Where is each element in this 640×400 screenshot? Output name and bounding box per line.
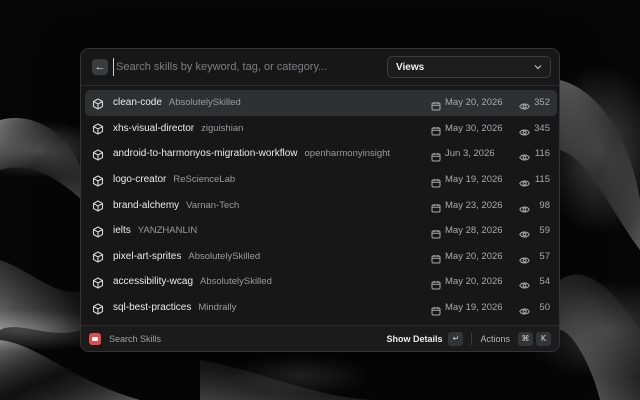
arrow-left-icon: ← bbox=[94, 60, 106, 73]
search-input[interactable] bbox=[113, 58, 378, 76]
skill-date: May 30, 2026 bbox=[445, 122, 503, 134]
skill-row[interactable]: accessibility-wcag AbsolutelySkilled May 2… bbox=[85, 269, 557, 295]
skill-row[interactable]: clean-code AbsolutelySkilled May 20, 2026 3… bbox=[85, 90, 557, 116]
skill-views: 54 bbox=[539, 276, 550, 288]
action-bar: Search Skills Show Details ↵ Actions ⌘ K bbox=[81, 325, 559, 351]
skill-author: AbsolutelySkilled bbox=[168, 97, 241, 109]
k-key-hint: K bbox=[536, 331, 551, 346]
calendar-icon bbox=[431, 226, 441, 239]
eye-icon bbox=[519, 201, 530, 213]
eye-icon bbox=[519, 252, 530, 264]
skill-date: May 20, 2026 bbox=[445, 276, 503, 288]
skill-views: 98 bbox=[539, 199, 550, 211]
search-bar: ← Views bbox=[81, 49, 559, 86]
sort-dropdown[interactable]: Views bbox=[387, 56, 551, 78]
skill-row[interactable]: ielts YANZHANLIN May 28, 2026 59 bbox=[85, 218, 557, 244]
enter-key-hint: ↵ bbox=[448, 331, 464, 346]
sort-selected-value: Views bbox=[396, 61, 425, 73]
skill-author: AbsolutelySkilled bbox=[188, 250, 261, 262]
eye-icon bbox=[519, 277, 530, 289]
actions-button[interactable]: Actions bbox=[480, 334, 510, 344]
skill-name: brand-alchemy bbox=[113, 199, 180, 211]
skill-date: Jun 3, 2026 bbox=[445, 148, 495, 160]
cube-icon bbox=[92, 225, 104, 238]
skill-name: xhs-visual-director bbox=[113, 122, 195, 134]
app-icon bbox=[89, 332, 101, 345]
skill-views: 116 bbox=[534, 148, 550, 160]
skill-date: May 28, 2026 bbox=[445, 225, 503, 237]
calendar-icon bbox=[431, 175, 441, 188]
calendar-icon bbox=[431, 303, 441, 316]
calendar-icon bbox=[431, 123, 441, 136]
cube-icon bbox=[92, 148, 104, 161]
cube-icon bbox=[92, 250, 104, 263]
skill-date: May 23, 2026 bbox=[445, 199, 503, 211]
skill-name: logo-creator bbox=[113, 174, 167, 186]
calendar-icon bbox=[431, 277, 441, 290]
eye-icon bbox=[519, 98, 530, 110]
skill-name: ielts bbox=[113, 225, 131, 237]
cube-icon bbox=[92, 199, 104, 212]
skill-views: 59 bbox=[539, 225, 550, 237]
skill-name: android-to-harmonyos-migration-workflow bbox=[113, 148, 298, 160]
skill-author: ReScienceLab bbox=[173, 174, 236, 186]
eye-icon bbox=[519, 226, 530, 238]
skill-views: 345 bbox=[534, 122, 550, 134]
show-details-button[interactable]: Show Details bbox=[386, 334, 442, 344]
calendar-icon bbox=[431, 98, 441, 111]
skill-row[interactable]: sql-best-practices Mindrally May 19, 2026 5… bbox=[85, 295, 557, 321]
skill-views: 57 bbox=[539, 250, 550, 262]
calendar-icon bbox=[431, 149, 441, 162]
skill-name: accessibility-wcag bbox=[113, 276, 194, 288]
chevron-down-icon bbox=[534, 63, 542, 72]
eye-icon bbox=[519, 124, 530, 136]
skill-views: 50 bbox=[539, 302, 550, 314]
cube-icon bbox=[92, 97, 104, 110]
skill-author: YANZHANLIN bbox=[137, 225, 198, 237]
cube-icon bbox=[92, 276, 104, 289]
skill-author: AbsolutelySkilled bbox=[200, 276, 272, 288]
skill-name: sql-best-practices bbox=[113, 302, 192, 314]
skill-author: Varnan-Tech bbox=[186, 199, 240, 211]
footer-divider bbox=[471, 332, 473, 345]
calendar-icon bbox=[431, 251, 441, 264]
skill-date: May 19, 2026 bbox=[445, 174, 503, 186]
skill-row[interactable]: xhs-visual-director ziguishian May 30, 202… bbox=[85, 116, 557, 142]
skill-name: pixel-art-sprites bbox=[113, 250, 182, 262]
skill-author: ziguishian bbox=[201, 122, 244, 134]
cube-icon bbox=[92, 174, 104, 187]
skill-date: May 19, 2026 bbox=[445, 302, 503, 314]
eye-icon bbox=[519, 175, 530, 187]
skill-row[interactable]: brand-alchemy Varnan-Tech May 23, 2026 98 bbox=[85, 192, 557, 218]
cube-icon bbox=[92, 122, 104, 135]
skills-search-panel: ← Views clean-code AbsolutelySkilled May 2… bbox=[80, 48, 560, 352]
back-button[interactable]: ← bbox=[92, 59, 108, 75]
app-name: Search Skills bbox=[109, 333, 162, 344]
skills-list: clean-code AbsolutelySkilled May 20, 2026 3… bbox=[85, 90, 557, 320]
calendar-icon bbox=[431, 200, 441, 213]
skill-row[interactable]: pixel-art-sprites AbsolutelySkilled May 20… bbox=[85, 244, 557, 270]
skill-row[interactable]: android-to-harmonyos-migration-workflow o… bbox=[85, 141, 557, 167]
skill-author: Mindrally bbox=[198, 302, 237, 314]
skill-row[interactable]: logo-creator ReScienceLab May 19, 2026 115 bbox=[85, 167, 557, 193]
skill-name: clean-code bbox=[113, 97, 162, 109]
cmd-key-hint: ⌘ bbox=[518, 331, 533, 346]
eye-icon bbox=[519, 149, 530, 161]
skill-views: 352 bbox=[534, 97, 550, 109]
skill-views: 115 bbox=[534, 174, 550, 186]
skill-author: openharmonyinsight bbox=[304, 148, 391, 160]
skill-date: May 20, 2026 bbox=[445, 250, 503, 262]
cube-icon bbox=[92, 302, 104, 315]
skill-date: May 20, 2026 bbox=[445, 97, 503, 109]
eye-icon bbox=[519, 303, 530, 315]
